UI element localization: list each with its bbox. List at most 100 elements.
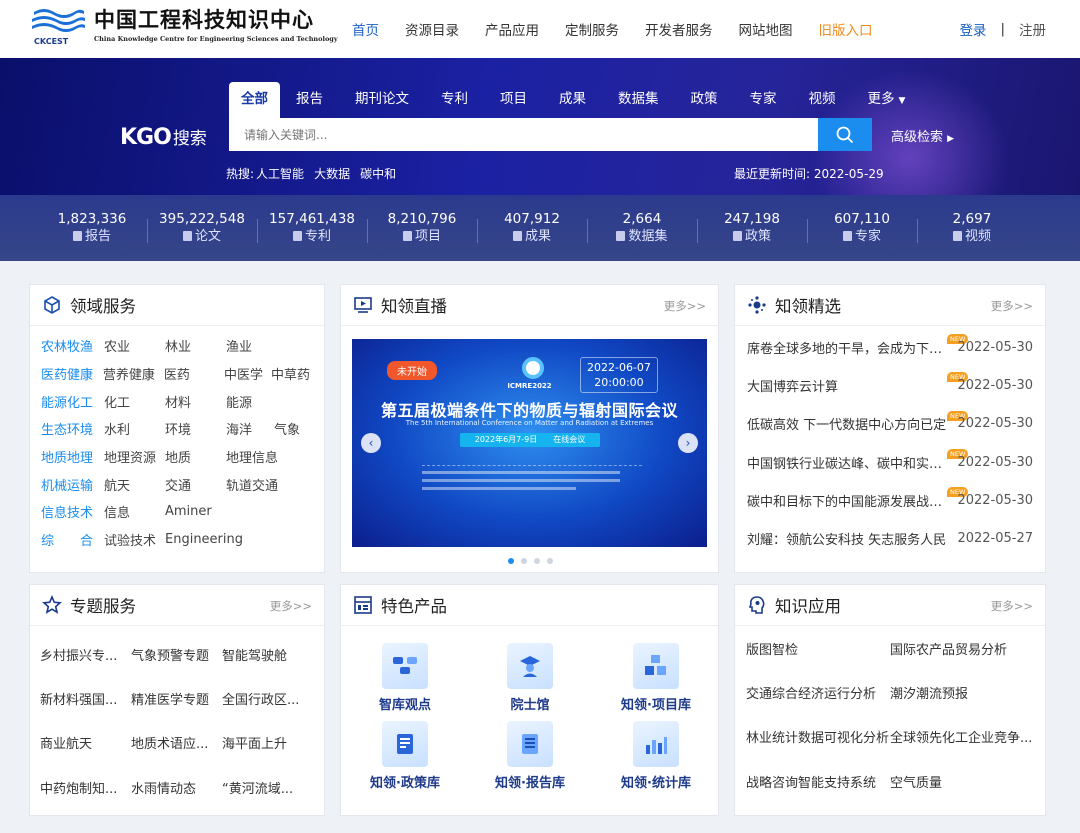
topic-item[interactable]: 精准医学专题	[131, 689, 221, 708]
domain-category[interactable]: 综 合	[41, 530, 104, 549]
list-item[interactable]: 大国博弈云计算 NEW 2022-05-30	[747, 366, 1033, 404]
stat-expert[interactable]: 607,110 专家	[807, 211, 914, 245]
hot-item[interactable]: 大数据	[314, 167, 350, 181]
topic-item[interactable]: 海平面上升	[222, 733, 312, 752]
domain-item[interactable]: 林业	[165, 336, 212, 355]
domain-item[interactable]: 农业	[104, 336, 151, 355]
hot-item[interactable]: 人工智能	[256, 167, 304, 181]
list-item[interactable]: 低碳高效 下一代数据中心方向已定 NEW 2022-05-30	[747, 405, 1033, 443]
domain-category[interactable]: 机械运输	[41, 475, 104, 494]
topic-item[interactable]: 全国行政区...	[222, 689, 312, 708]
app-item[interactable]: 空气质量	[890, 772, 1034, 791]
topic-item[interactable]: “黄河流域...	[222, 778, 312, 797]
more-link[interactable]: 更多>>	[664, 298, 706, 314]
carousel-dot[interactable]	[521, 558, 527, 564]
search-input[interactable]	[229, 118, 818, 151]
tab-patent[interactable]: 专利	[429, 82, 480, 119]
domain-item[interactable]: 水利	[104, 419, 151, 438]
login-link[interactable]: 登录	[959, 19, 986, 39]
topic-item[interactable]: 地质术语应...	[131, 733, 221, 752]
domain-item[interactable]: 气象	[274, 419, 300, 438]
product-item[interactable]: 知领·政策库	[355, 721, 455, 791]
app-item[interactable]: 潮汐潮流预报	[890, 683, 1034, 702]
tab-achievement[interactable]: 成果	[547, 82, 598, 119]
more-link[interactable]: 更多>>	[991, 598, 1033, 614]
domain-item[interactable]: 航天	[104, 475, 151, 494]
product-item[interactable]: 智库观点	[355, 643, 455, 713]
domain-item[interactable]: 渔业	[226, 336, 252, 355]
site-logo[interactable]: CKCEST 中国工程科技知识中心 China Knowledge Centre…	[30, 6, 338, 46]
list-item[interactable]: 席卷全球多地的干旱，会成为下一... NEW 2022-05-30	[747, 328, 1033, 366]
search-button[interactable]	[818, 118, 872, 151]
domain-category[interactable]: 医药健康	[41, 364, 103, 383]
stat-video[interactable]: 2,697 视频	[917, 211, 1024, 245]
domain-item[interactable]: Engineering	[165, 532, 243, 547]
domain-item[interactable]: 试验技术	[104, 530, 156, 549]
app-item[interactable]: 国际农产品贸易分析	[890, 639, 1034, 658]
app-item[interactable]: 交通综合经济运行分析	[746, 683, 890, 702]
app-item[interactable]: 版图智检	[746, 639, 890, 658]
advanced-search-link[interactable]: 高级检索 ▶	[891, 126, 954, 145]
list-item[interactable]: 碳中和目标下的中国能源发展战略... NEW 2022-05-30	[747, 481, 1033, 519]
domain-item[interactable]: 化工	[104, 392, 151, 411]
stat-project[interactable]: 8,210,796 项目	[367, 211, 474, 245]
tab-report[interactable]: 报告	[284, 82, 335, 119]
domain-item[interactable]: 营养健康	[103, 364, 155, 383]
domain-item[interactable]: 信息	[104, 502, 151, 521]
hot-item[interactable]: 碳中和	[360, 167, 396, 181]
nav-products[interactable]: 产品应用	[485, 19, 539, 39]
carousel-next-button[interactable]: ›	[678, 433, 698, 453]
tab-project[interactable]: 项目	[488, 82, 539, 119]
tab-all[interactable]: 全部	[229, 82, 280, 119]
stat-achievement[interactable]: 407,912 成果	[477, 211, 584, 245]
nav-home[interactable]: 首页	[352, 19, 379, 39]
topic-item[interactable]: 新材料强国...	[40, 689, 130, 708]
more-link[interactable]: 更多>>	[270, 598, 312, 614]
topic-item[interactable]: 气象预警专题	[131, 645, 221, 664]
domain-item[interactable]: 地理资源	[104, 447, 156, 466]
more-link[interactable]: 更多>>	[991, 298, 1033, 314]
tab-more[interactable]: 更多 ▼	[856, 82, 918, 119]
register-link[interactable]: 注册	[1019, 19, 1046, 39]
carousel-dot[interactable]	[547, 558, 553, 564]
domain-item[interactable]: 材料	[165, 392, 212, 411]
stat-report[interactable]: 1,823,336 报告	[40, 211, 144, 245]
domain-item[interactable]: 地理信息	[226, 447, 278, 466]
app-item[interactable]: 林业统计数据可视化分析	[746, 727, 890, 746]
product-item[interactable]: 知领·项目库	[606, 643, 706, 713]
product-item[interactable]: 知领·统计库	[606, 721, 706, 791]
topic-item[interactable]: 乡村振兴专...	[40, 645, 130, 664]
domain-item[interactable]: 海洋	[226, 419, 260, 438]
nav-resource-catalog[interactable]: 资源目录	[405, 19, 459, 39]
domain-item[interactable]: 中草药	[271, 364, 310, 383]
nav-custom-service[interactable]: 定制服务	[565, 19, 619, 39]
domain-category[interactable]: 生态环境	[41, 419, 104, 438]
domain-item[interactable]: Aminer	[165, 504, 212, 519]
stat-dataset[interactable]: 2,664 数据集	[587, 211, 694, 245]
list-item[interactable]: 中国钢铁行业碳达峰、碳中和实施... NEW 2022-05-30	[747, 443, 1033, 481]
carousel-prev-button[interactable]: ‹	[361, 433, 381, 453]
app-item[interactable]: 全球领先化工企业竞争...	[890, 727, 1034, 746]
topic-item[interactable]: 水雨情动态	[131, 778, 221, 797]
domain-category[interactable]: 农林牧渔	[41, 336, 104, 355]
domain-category[interactable]: 信息技术	[41, 502, 104, 521]
nav-sitemap[interactable]: 网站地图	[739, 19, 793, 39]
carousel-dot[interactable]	[508, 558, 514, 564]
domain-item[interactable]: 轨道交通	[226, 475, 278, 494]
live-banner[interactable]: 未开始 2022-06-07 20:00:00 ICMRE2022 第五届极端条件…	[352, 339, 707, 547]
domain-item[interactable]: 医药	[164, 364, 210, 383]
domain-item[interactable]: 能源	[226, 392, 252, 411]
product-item[interactable]: 院士馆	[480, 643, 580, 713]
carousel-dot[interactable]	[534, 558, 540, 564]
topic-item[interactable]: 智能驾驶舱	[222, 645, 312, 664]
nav-developer[interactable]: 开发者服务	[645, 19, 713, 39]
tab-video[interactable]: 视频	[797, 82, 848, 119]
tab-policy[interactable]: 政策	[679, 82, 730, 119]
domain-item[interactable]: 中医学	[224, 364, 263, 383]
topic-item[interactable]: 中药炮制知...	[40, 778, 130, 797]
app-item[interactable]: 战略咨询智能支持系统	[746, 772, 890, 791]
nav-old-version[interactable]: 旧版入口	[819, 19, 873, 39]
domain-item[interactable]: 地质	[165, 447, 212, 466]
tab-expert[interactable]: 专家	[738, 82, 789, 119]
topic-item[interactable]: 商业航天	[40, 733, 130, 752]
